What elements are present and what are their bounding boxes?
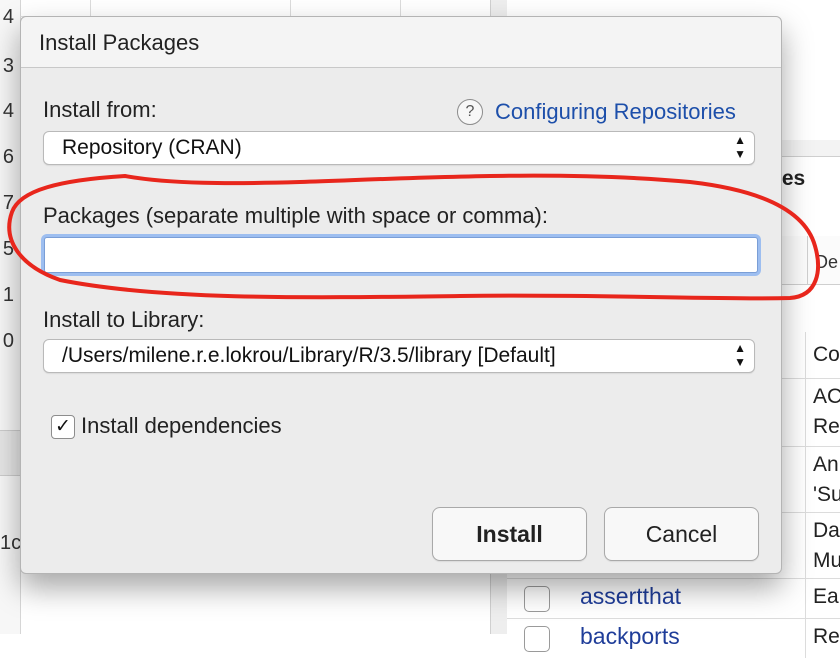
line-number: 0	[2, 330, 14, 352]
package-description: Ea	[813, 585, 839, 608]
library-value: /Users/milene.r.e.lokrou/Library/R/3.5/l…	[62, 344, 556, 367]
line-number: 7	[2, 192, 14, 214]
help-circle-icon[interactable]: ?	[457, 99, 483, 125]
line-number: 1	[2, 284, 14, 306]
package-description: An 'Su	[813, 453, 840, 506]
install-dependencies-label[interactable]: Install dependencies	[81, 413, 282, 439]
install-to-library-label: Install to Library:	[43, 307, 205, 332]
package-description: Co	[813, 343, 840, 366]
line-number: 4	[2, 100, 14, 122]
install-button[interactable]: Install	[432, 507, 587, 561]
configuring-repositories-help[interactable]: ? Configuring Repositories	[457, 99, 736, 125]
configuring-repositories-link[interactable]: Configuring Repositories	[495, 99, 736, 125]
line-number: 4	[2, 6, 14, 28]
cancel-button[interactable]: Cancel	[604, 507, 759, 561]
checkmark-icon: ✓	[55, 416, 71, 437]
column-header-description[interactable]: De	[815, 252, 838, 273]
table-row: assertthat Ea	[507, 578, 840, 619]
select-updown-icon: ▲ ▼	[734, 341, 746, 369]
line-number: 1c	[0, 532, 22, 554]
gutter-band	[0, 430, 20, 476]
line-number: 5	[2, 238, 14, 260]
package-name-link[interactable]: assertthat	[580, 583, 681, 610]
package-description: AC Re	[813, 385, 840, 438]
packages-label: Packages (separate multiple with space o…	[43, 203, 548, 228]
packages-input[interactable]	[44, 237, 758, 273]
package-description: Re	[813, 625, 840, 648]
install-dependencies-checkbox[interactable]: ✓	[51, 415, 75, 439]
dialog-title: Install Packages	[39, 30, 200, 55]
line-number: 3	[2, 55, 14, 77]
install-from-select[interactable]: Repository (CRAN) ▲ ▼	[43, 131, 755, 165]
package-checkbox[interactable]	[524, 626, 550, 652]
package-checkbox[interactable]	[524, 586, 550, 612]
install-packages-dialog: Install Packages Install from: ? Configu…	[20, 16, 782, 574]
editor-line-gutter: 4 3 4 6 7 5 1 0 1c	[0, 0, 21, 634]
table-row: backports Re	[507, 618, 840, 658]
select-updown-icon: ▲ ▼	[734, 133, 746, 161]
library-select[interactable]: /Users/milene.r.e.lokrou/Library/R/3.5/l…	[43, 339, 755, 373]
install-from-value: Repository (CRAN)	[62, 136, 242, 159]
package-description: Da Mu	[813, 519, 840, 572]
package-name-link[interactable]: backports	[580, 623, 680, 650]
line-number: 6	[2, 146, 14, 168]
install-from-label: Install from:	[43, 97, 157, 122]
grid-header	[20, 0, 490, 17]
dialog-titlebar[interactable]: Install Packages	[21, 17, 781, 68]
